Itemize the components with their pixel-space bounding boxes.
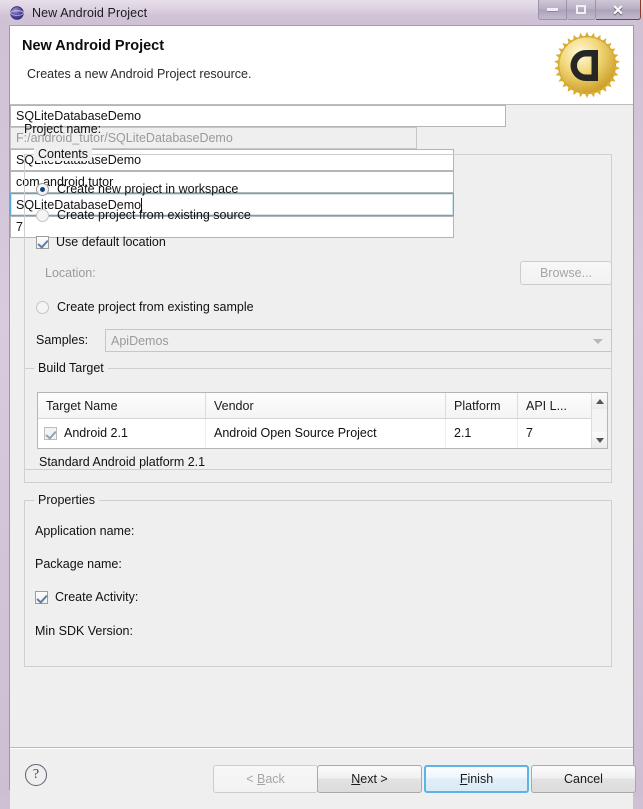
cell-vendor: Android Open Source Project: [206, 419, 446, 447]
samples-value: ApiDemos: [111, 334, 169, 348]
title-bar: New Android Project ✕: [0, 0, 643, 25]
window-controls: ✕: [538, 0, 641, 22]
package-name-row: Package name:: [35, 557, 122, 571]
radio-create-from-existing-sample-label: Create project from existing sample: [57, 300, 254, 314]
properties-group-title: Properties: [34, 493, 99, 507]
cell-api-level: 7: [518, 419, 577, 447]
question-mark-icon[interactable]: ?: [25, 764, 47, 786]
close-button[interactable]: ✕: [596, 0, 641, 20]
window-title: New Android Project: [32, 6, 147, 20]
radio-button-icon: [36, 183, 49, 196]
project-name-row: Project name:: [24, 122, 101, 136]
table-vertical-scrollbar[interactable]: [591, 393, 607, 448]
samples-dropdown: ApiDemos: [105, 329, 612, 352]
minimize-icon: [547, 8, 558, 11]
close-icon: ✕: [612, 3, 624, 17]
browse-button-label: Browse...: [540, 266, 592, 280]
maximize-button[interactable]: [567, 0, 596, 20]
min-sdk-version-value: 7: [16, 220, 23, 234]
location-label: Location:: [45, 266, 96, 280]
build-target-description-label: Standard Android platform 2.1: [39, 455, 205, 469]
wizard-content: Project name: SQLiteDatabaseDemo Content…: [10, 105, 633, 747]
column-header-target-name[interactable]: Target Name: [38, 393, 206, 418]
eclipse-globe-icon: [9, 5, 25, 21]
new-android-project-window: New Android Project ✕ New Android Projec…: [0, 0, 643, 797]
min-sdk-version-row: Min SDK Version:: [35, 624, 133, 638]
checkbox-icon: [35, 591, 48, 604]
next-button[interactable]: Next >: [317, 765, 422, 793]
maximize-icon: [576, 5, 586, 14]
wizard-header: New Android Project Creates a new Androi…: [10, 26, 633, 105]
checkbox-use-default-location-label: Use default location: [56, 235, 166, 249]
scroll-up-arrow-icon[interactable]: [592, 393, 607, 409]
back-button: < Back: [213, 765, 318, 793]
samples-row: Samples:: [36, 333, 88, 347]
radio-button-icon: [36, 301, 49, 314]
contents-group-title: Contents: [34, 147, 92, 161]
build-target-group-title: Build Target: [34, 361, 108, 375]
column-header-api-level[interactable]: API L...: [518, 393, 577, 418]
project-name-label: Project name:: [24, 122, 101, 136]
dialog-client-area: New Android Project Creates a new Androi…: [9, 25, 634, 790]
next-button-label: Next >: [351, 772, 387, 786]
page-subtitle: Creates a new Android Project resource.: [27, 67, 251, 81]
radio-create-from-existing-source-label: Create project from existing source: [57, 208, 251, 222]
application-name-row: Application name:: [35, 524, 134, 538]
cancel-button[interactable]: Cancel: [531, 765, 636, 793]
checkbox-icon[interactable]: [44, 427, 57, 440]
radio-button-icon: [36, 209, 49, 222]
radio-create-new-project[interactable]: Create new project in workspace: [36, 182, 238, 196]
create-activity-checkbox[interactable]: Create Activity:: [35, 590, 138, 604]
location-row: Location:: [45, 266, 96, 280]
browse-button: Browse...: [520, 261, 612, 285]
android-gold-badge-icon: [551, 29, 623, 101]
finish-button[interactable]: Finish: [424, 765, 529, 793]
dialog-footer: ? < Back Next > Finish Cancel: [10, 747, 633, 809]
application-name-label: Application name:: [35, 524, 134, 538]
minimize-button[interactable]: [538, 0, 567, 20]
cancel-button-label: Cancel: [564, 772, 603, 786]
cell-target-name-label: Android 2.1: [64, 426, 128, 440]
samples-label: Samples:: [36, 333, 88, 347]
project-name-value: SQLiteDatabaseDemo: [16, 109, 141, 123]
radio-create-from-existing-sample[interactable]: Create project from existing sample: [36, 300, 254, 314]
cell-target-name[interactable]: Android 2.1: [38, 419, 206, 447]
radio-create-from-existing-source[interactable]: Create project from existing source: [36, 208, 251, 222]
checkbox-icon: [36, 236, 49, 249]
checkbox-use-default-location[interactable]: Use default location: [36, 235, 166, 249]
finish-button-label: Finish: [460, 772, 493, 786]
column-header-platform[interactable]: Platform: [446, 393, 518, 418]
table-header-row: Target Name Vendor Platform API L...: [38, 393, 607, 419]
chevron-down-icon: [593, 339, 603, 344]
package-name-label: Package name:: [35, 557, 122, 571]
min-sdk-version-label: Min SDK Version:: [35, 624, 133, 638]
create-activity-label: Create Activity:: [55, 590, 138, 604]
scroll-down-arrow-icon[interactable]: [592, 432, 607, 448]
radio-create-new-project-label: Create new project in workspace: [57, 182, 238, 196]
page-title: New Android Project: [22, 38, 164, 54]
cell-platform: 2.1: [446, 419, 518, 447]
back-button-label: < Back: [246, 772, 285, 786]
build-target-table[interactable]: Target Name Vendor Platform API L... And…: [37, 392, 608, 449]
table-row[interactable]: Android 2.1 Android Open Source Project …: [38, 419, 607, 447]
column-header-vendor[interactable]: Vendor: [206, 393, 446, 418]
build-target-description: Standard Android platform 2.1: [39, 455, 205, 469]
